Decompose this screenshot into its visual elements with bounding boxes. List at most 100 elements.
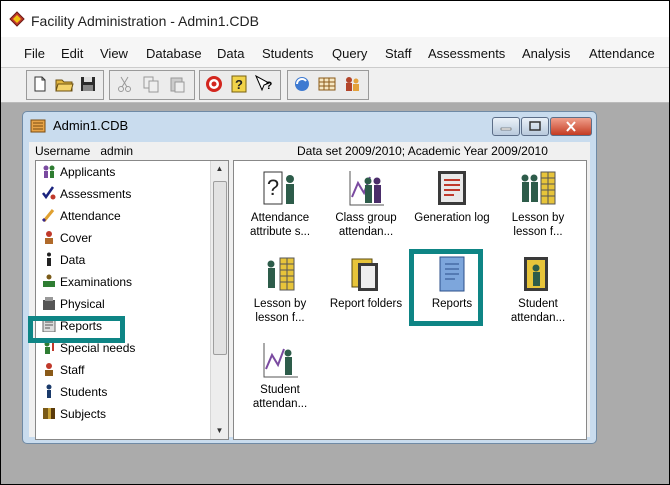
physical-icon bbox=[43, 297, 55, 310]
nav-item-assessments[interactable]: Assessments bbox=[40, 185, 210, 203]
new-icon[interactable] bbox=[30, 74, 50, 94]
nav-item-applicants[interactable]: Applicants bbox=[40, 163, 210, 181]
nav-item-cover[interactable]: Cover bbox=[40, 229, 210, 247]
menu-view[interactable]: View bbox=[100, 46, 128, 61]
students-icon bbox=[46, 384, 52, 398]
student-register-icon bbox=[524, 257, 548, 291]
tile-lesson-by-lesson-2[interactable]: Lesson by lesson f... bbox=[238, 255, 322, 339]
restore-icon bbox=[529, 121, 541, 131]
dataset-info: Data set 2009/2010; Academic Year 2009/2… bbox=[297, 144, 548, 158]
menu-data[interactable]: Data bbox=[217, 46, 244, 61]
menu-edit[interactable]: Edit bbox=[61, 46, 83, 61]
toolbar: ? ? bbox=[1, 68, 669, 103]
nav-item-examinations[interactable]: Examinations bbox=[40, 273, 210, 291]
staff-icon bbox=[45, 363, 53, 376]
menu-assessments[interactable]: Assessments bbox=[428, 46, 505, 61]
close-icon bbox=[566, 121, 576, 132]
data-icon bbox=[47, 252, 51, 266]
nav-label: Assessments bbox=[60, 187, 132, 201]
nav-item-attendance[interactable]: Attendance bbox=[40, 207, 210, 225]
nav-item-subjects[interactable]: Subjects bbox=[40, 405, 210, 423]
menu-bar: File Edit View Database Data Students Qu… bbox=[1, 37, 669, 68]
reports-tile-highlight bbox=[409, 249, 483, 326]
tile-label: Lesson by lesson f... bbox=[253, 298, 307, 324]
scroll-down-arrow-icon[interactable]: ▼ bbox=[211, 423, 228, 439]
open-icon[interactable] bbox=[54, 74, 74, 94]
tile-report-folders[interactable]: Report folders bbox=[324, 255, 408, 339]
cover-icon bbox=[45, 231, 53, 244]
log-book-icon bbox=[438, 171, 466, 205]
tile-student-attendance-2[interactable]: Student attendan... bbox=[238, 341, 322, 425]
category-list[interactable]: Applicants Assessments Attendance Cover … bbox=[35, 160, 229, 440]
nav-label: Examinations bbox=[60, 275, 133, 289]
grid-icon[interactable] bbox=[317, 74, 337, 94]
nav-label: Data bbox=[60, 253, 86, 267]
toolbar-group-file bbox=[26, 70, 104, 100]
toolbar-group-edit bbox=[109, 70, 195, 100]
examinations-icon bbox=[43, 274, 55, 287]
close-button[interactable] bbox=[550, 117, 592, 136]
menu-attendance[interactable]: Attendance bbox=[589, 46, 655, 61]
toolbar-group-tools bbox=[287, 70, 369, 100]
nav-item-staff[interactable]: Staff bbox=[40, 361, 210, 379]
tile-lesson-by-lesson-1[interactable]: Lesson by lesson f... bbox=[496, 169, 580, 253]
application-window: Facility Administration - Admin1.CDB Fil… bbox=[0, 0, 670, 485]
svg-text:?: ? bbox=[267, 175, 279, 200]
cut-icon[interactable] bbox=[115, 74, 135, 94]
applicants-icon bbox=[43, 165, 55, 178]
copy-icon[interactable] bbox=[141, 74, 161, 94]
minimize-button[interactable] bbox=[492, 117, 520, 136]
scrollbar-thumb[interactable] bbox=[213, 181, 227, 355]
category-list-scrollbar[interactable]: ▲ ▼ bbox=[210, 161, 228, 439]
tile-attendance-attribute[interactable]: ? Attendance attribute s... bbox=[238, 169, 322, 253]
nav-label: Cover bbox=[60, 231, 93, 245]
subjects-icon bbox=[43, 408, 55, 419]
menu-database[interactable]: Database bbox=[146, 46, 202, 61]
restore-button[interactable] bbox=[521, 117, 549, 136]
tile-label: Lesson by lesson f... bbox=[511, 212, 565, 238]
nav-label: Attendance bbox=[60, 209, 121, 223]
help-icon[interactable]: ? bbox=[229, 74, 249, 94]
title-bar: Facility Administration - Admin1.CDB bbox=[1, 1, 669, 37]
nav-item-data[interactable]: Data bbox=[40, 251, 210, 269]
app-icon bbox=[9, 11, 25, 27]
save-icon[interactable] bbox=[78, 74, 98, 94]
target-icon[interactable] bbox=[204, 74, 224, 94]
tile-label: Student attendan... bbox=[510, 298, 566, 324]
menu-file[interactable]: File bbox=[24, 46, 45, 61]
attendance-icon bbox=[42, 209, 55, 222]
svg-text:?: ? bbox=[266, 80, 273, 92]
minimize-icon bbox=[500, 127, 512, 131]
nav-item-physical[interactable]: Physical bbox=[40, 295, 210, 313]
database-window-icon bbox=[30, 119, 46, 133]
tile-generation-log[interactable]: Generation log bbox=[410, 169, 494, 253]
toolbar-group-help: ? ? bbox=[199, 70, 281, 100]
paste-icon[interactable] bbox=[167, 74, 187, 94]
username-label: Username bbox=[35, 144, 91, 158]
nav-label: Subjects bbox=[60, 407, 107, 421]
users-icon[interactable] bbox=[342, 74, 362, 94]
question-person-icon: ? bbox=[263, 171, 294, 205]
tile-label: Student attendan... bbox=[252, 384, 308, 410]
menu-query[interactable]: Query bbox=[332, 46, 367, 61]
nav-label: Students bbox=[60, 385, 108, 399]
tile-class-group-attendance[interactable]: Class group attendan... bbox=[324, 169, 408, 253]
tile-label: Report folders bbox=[329, 298, 403, 310]
people-grid-icon bbox=[521, 171, 556, 205]
tile-label: Generation log bbox=[414, 212, 490, 224]
refresh-icon[interactable] bbox=[292, 74, 312, 94]
scroll-up-arrow-icon[interactable]: ▲ bbox=[211, 161, 228, 177]
menu-analysis[interactable]: Analysis bbox=[522, 46, 570, 61]
nav-label: Staff bbox=[60, 363, 85, 377]
nav-item-students[interactable]: Students bbox=[40, 383, 210, 401]
tile-student-attendance-1[interactable]: Student attendan... bbox=[496, 255, 580, 339]
chart-people-icon bbox=[349, 171, 384, 206]
menu-staff[interactable]: Staff bbox=[385, 46, 412, 61]
database-window-body: Username admin Data set 2009/2010; Acade… bbox=[29, 142, 590, 440]
app-title: Facility Administration - Admin1.CDB bbox=[31, 13, 259, 29]
database-window: Admin1.CDB Username admin Data set 2009/… bbox=[22, 111, 597, 444]
reports-nav-highlight bbox=[28, 316, 125, 343]
menu-students[interactable]: Students bbox=[262, 46, 313, 61]
tile-label: Attendance attribute s... bbox=[249, 212, 311, 238]
whats-this-icon[interactable]: ? bbox=[254, 74, 274, 94]
